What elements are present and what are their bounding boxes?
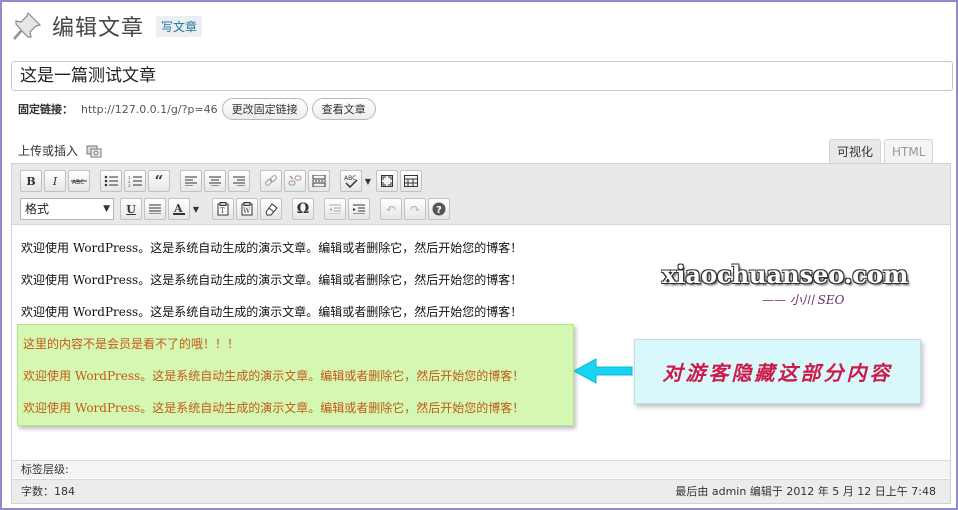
toolbar-row-2: 格式 ▼ U A ▼ T W Ω ↶ ↷ ? [20,197,452,221]
watermark: xiaochuanseo.com [662,260,909,289]
last-edited: 最后由 admin 编辑于 2012 年 5 月 12 日上午 7:48 [675,485,936,498]
align-center-icon [209,176,221,186]
page-title: 编辑文章 [52,16,145,41]
help-button[interactable]: ? [428,198,450,220]
format-select[interactable]: 格式 ▼ [20,198,114,220]
tab-html[interactable]: HTML [884,139,934,164]
paragraph: 欢迎使用 WordPress。这是系统自动生成的演示文章。编辑或者删除它，然后开… [21,273,523,287]
bullet-list-icon [104,175,118,187]
svg-text:W: W [243,207,251,215]
bold-button[interactable]: B [20,170,42,192]
svg-text:ABC: ABC [72,179,84,186]
paste-word-icon: W [241,202,253,216]
help-icon: ? [432,202,446,216]
strikethrough-button[interactable]: ABC [68,170,90,192]
permalink-row: 固定链接： http://127.0.0.1/g/?p=46 更改固定链接 查看… [18,98,376,120]
editor-area: B I ABC 123 “ ABC ▼ 格式 ▼ U A ▼ T W Ω ↶ ↷… [11,163,951,504]
post-title-input[interactable]: 这是一篇测试文章 [11,61,953,91]
callout-text: 对游客隐藏这部分内容 [662,361,893,385]
members-only-notice: 这里的内容不是会员是看不了的哦！！！ [23,337,240,351]
annotation-callout: 对游客隐藏这部分内容 [634,339,921,404]
write-post-button[interactable]: 写文章 [156,15,203,37]
kitchen-sink-button[interactable] [400,170,422,192]
numbered-list-icon: 123 [128,175,142,187]
strikethrough-icon: ABC [71,179,87,186]
permalink-url[interactable]: http://127.0.0.1/g/?p=46 [81,103,218,116]
redo-button[interactable]: ↷ [404,198,426,220]
spellcheck-dropdown-icon[interactable]: ▼ [364,171,372,191]
path-bar: 标签层级: [12,460,950,478]
hidden-paragraph: 欢迎使用 WordPress。这是系统自动生成的演示文章。编辑或者删除它，然后开… [23,369,525,383]
justify-button[interactable] [144,198,166,220]
permalink-label: 固定链接： [18,103,73,116]
svg-text:?: ? [436,205,442,216]
align-left-button[interactable] [180,170,202,192]
more-tag-icon [312,175,326,187]
outdent-icon [329,204,341,214]
align-right-icon [233,176,245,186]
media-upload-icon[interactable] [86,144,102,158]
eraser-icon [265,203,278,216]
clear-formatting-button[interactable] [260,198,282,220]
numbered-list-button[interactable]: 123 [124,170,146,192]
indent-button[interactable] [348,198,370,220]
unlink-icon [288,175,302,186]
editor-toolbar: B I ABC 123 “ ABC ▼ 格式 ▼ U A ▼ T W Ω ↶ ↷… [12,164,950,225]
link-icon [265,175,277,186]
editor-frame: 编辑文章 写文章 这是一篇测试文章 固定链接： http://127.0.0.1… [0,0,958,510]
undo-icon: ↶ [385,201,397,217]
quote-icon: “ [154,172,164,190]
paste-word-button[interactable]: W [236,198,258,220]
format-select-value: 格式 [25,202,50,216]
outdent-button[interactable] [324,198,346,220]
underline-button[interactable]: U [120,198,142,220]
watermark-subtitle: —— 小川 SEO [762,293,845,307]
upload-label: 上传或插入 [18,144,79,158]
status-bar: 字数：184 最后由 admin 编辑于 2012 年 5 月 12 日上午 7… [12,479,950,503]
svg-text:T: T [220,207,225,215]
page-header: 编辑文章 写文章 [10,8,203,44]
change-permalink-button[interactable]: 更改固定链接 [221,98,308,120]
toolbar-row-1: B I ABC 123 “ ABC ▼ [20,169,424,193]
justify-icon [149,204,161,214]
fullscreen-button[interactable] [376,170,398,192]
fullscreen-icon [381,175,393,187]
view-post-button[interactable]: 查看文章 [311,98,376,120]
text-color-button[interactable]: A [168,198,190,220]
pushpin-icon [13,11,42,40]
insert-link-button[interactable] [260,170,282,192]
spellcheck-icon: ABC [344,175,358,188]
indent-icon [353,204,365,214]
text-color-icon: A [173,202,185,215]
chevron-down-icon: ▼ [103,204,110,214]
special-character-button[interactable]: Ω [292,198,314,220]
svg-text:3: 3 [128,183,131,187]
arrow-left-icon [574,358,633,384]
undo-button[interactable]: ↶ [380,198,402,220]
hidden-paragraph: 欢迎使用 WordPress。这是系统自动生成的演示文章。编辑或者删除它，然后开… [23,401,525,415]
members-only-block: 这里的内容不是会员是看不了的哦！！！ 欢迎使用 WordPress。这是系统自动… [17,324,574,426]
blockquote-button[interactable]: “ [148,170,170,192]
paste-text-icon: T [217,202,229,216]
paragraph: 欢迎使用 WordPress。这是系统自动生成的演示文章。编辑或者删除它，然后开… [21,305,523,319]
align-left-icon [185,176,197,186]
svg-text:ABC: ABC [344,175,356,182]
upload-insert: 上传或插入 [18,142,102,159]
italic-button[interactable]: I [44,170,66,192]
spellcheck-button[interactable]: ABC [340,170,362,192]
paste-text-button[interactable]: T [212,198,234,220]
insert-more-button[interactable] [308,170,330,192]
text-color-dropdown-icon[interactable]: ▼ [192,199,200,219]
tab-visual[interactable]: 可视化 [829,139,882,164]
unlink-button[interactable] [284,170,306,192]
bullet-list-button[interactable] [100,170,122,192]
paragraph: 欢迎使用 WordPress。这是系统自动生成的演示文章。编辑或者删除它，然后开… [21,241,523,255]
omega-icon: Ω [296,201,310,217]
path-label: 标签层级: [21,463,69,476]
word-count: 字数：184 [21,485,75,498]
redo-icon: ↷ [409,201,421,217]
kitchen-sink-icon [404,175,418,187]
align-right-button[interactable] [228,170,250,192]
align-center-button[interactable] [204,170,226,192]
